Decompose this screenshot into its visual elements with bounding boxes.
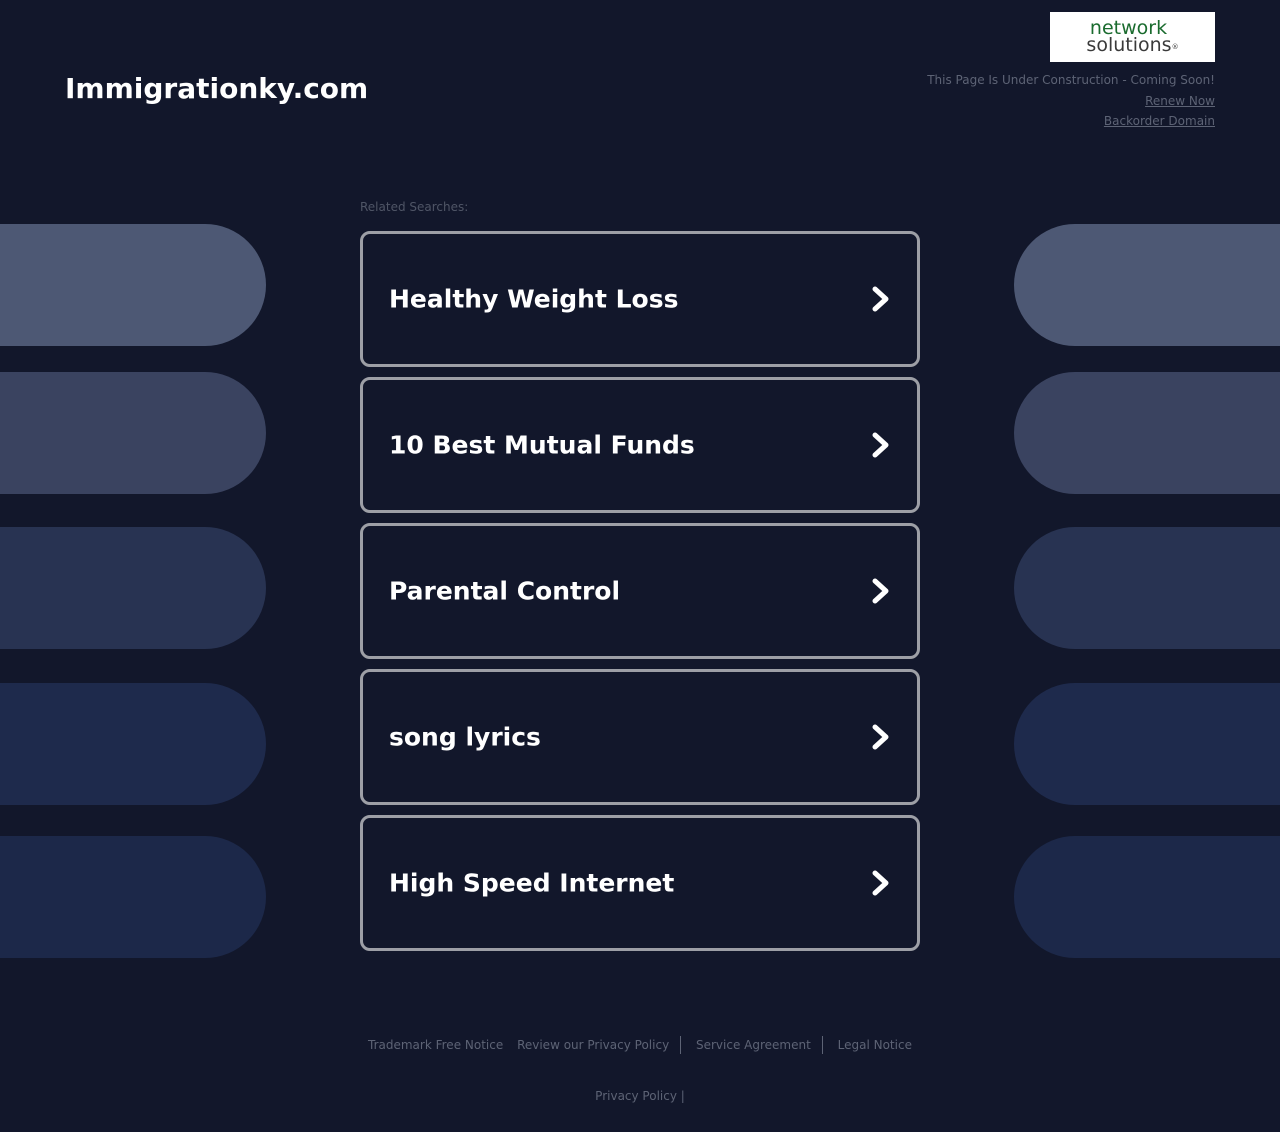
footer-divider	[680, 1036, 682, 1054]
related-search-item[interactable]: song lyrics	[360, 669, 920, 805]
service-agreement-link[interactable]: Service Agreement	[691, 1038, 816, 1052]
logo-solutions-text: solutions	[1086, 34, 1172, 56]
decor-pill-right-2	[1014, 372, 1280, 494]
decor-pill-left-3	[0, 527, 266, 649]
related-search-item[interactable]: Healthy Weight Loss	[360, 231, 920, 367]
decor-pill-right-3	[1014, 527, 1280, 649]
related-search-item[interactable]: High Speed Internet	[360, 815, 920, 951]
renew-now-link[interactable]: Renew Now	[1145, 91, 1215, 112]
footer-links: Trademark Free Notice Review our Privacy…	[0, 1036, 1280, 1054]
footer-privacy: Privacy Policy |	[0, 1089, 1280, 1103]
chevron-right-icon	[872, 870, 889, 896]
decor-pill-left-4	[0, 683, 266, 805]
backorder-domain-link[interactable]: Backorder Domain	[1104, 111, 1215, 132]
related-search-item[interactable]: Parental Control	[360, 523, 920, 659]
construction-notice: This Page Is Under Construction - Coming…	[927, 73, 1215, 87]
chevron-right-icon	[872, 286, 889, 312]
network-solutions-logo[interactable]: network solutions®	[1050, 12, 1215, 62]
related-search-label: Parental Control	[389, 576, 621, 606]
related-search-label: song lyrics	[389, 722, 541, 752]
decor-pill-left-5	[0, 836, 266, 958]
decor-pill-right-1	[1014, 224, 1280, 346]
logo-line-solutions: solutions®	[1086, 34, 1179, 56]
legal-notice-link[interactable]: Legal Notice	[833, 1038, 917, 1052]
related-search-item[interactable]: 10 Best Mutual Funds	[360, 377, 920, 513]
decor-pill-left-2	[0, 372, 266, 494]
site-title: Immigrationky.com	[65, 72, 369, 105]
decor-pill-right-4	[1014, 683, 1280, 805]
privacy-policy-link[interactable]: Privacy Policy	[595, 1089, 677, 1103]
related-searches-label: Related Searches:	[360, 200, 469, 214]
review-privacy-policy-link[interactable]: Review our Privacy Policy	[512, 1038, 674, 1052]
trademark-free-notice-link[interactable]: Trademark Free Notice	[363, 1038, 508, 1052]
chevron-right-icon	[872, 432, 889, 458]
chevron-right-icon	[872, 578, 889, 604]
related-search-label: Healthy Weight Loss	[389, 284, 679, 314]
footer-privacy-separator: |	[680, 1089, 685, 1103]
footer-divider	[821, 1036, 823, 1054]
related-search-label: High Speed Internet	[389, 868, 675, 898]
related-search-label: 10 Best Mutual Funds	[389, 430, 695, 460]
registered-mark: ®	[1171, 43, 1179, 51]
decor-pill-left-1	[0, 224, 266, 346]
chevron-right-icon	[872, 724, 889, 750]
domain-notice-panel: This Page Is Under Construction - Coming…	[927, 70, 1215, 132]
decor-pill-right-5	[1014, 836, 1280, 958]
